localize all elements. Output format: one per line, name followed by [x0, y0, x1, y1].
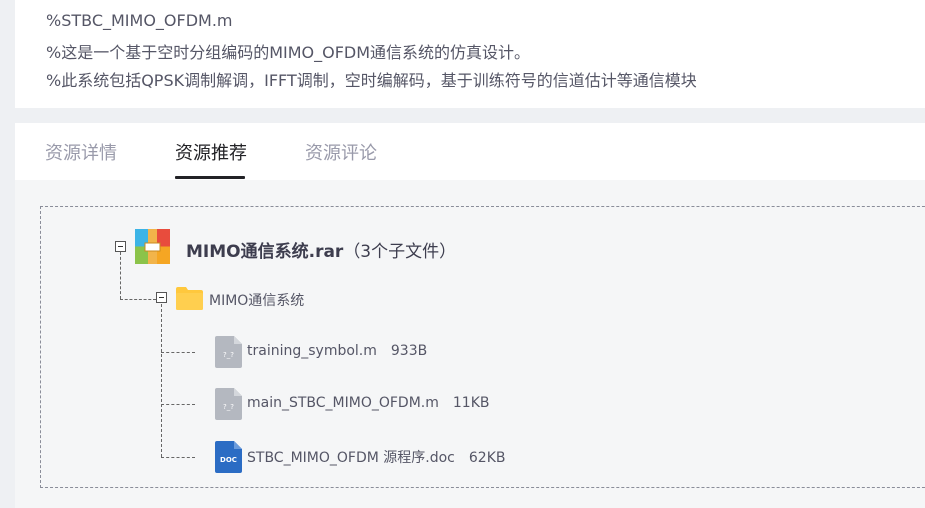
tree-connector [161, 457, 195, 458]
tree-connector [161, 404, 195, 405]
file-item[interactable]: main_STBC_MIMO_OFDM.m 11KB [247, 395, 490, 411]
rar-archive-icon [135, 229, 170, 264]
file-icon-glyph: DOC [220, 456, 237, 464]
root-archive-label[interactable]: MIMO通信系统.rar（3个子文件） [186, 237, 456, 262]
file-size: 933B [390, 343, 428, 359]
tree-connector [120, 252, 121, 299]
root-archive-count: （3个子文件） [343, 242, 457, 262]
matlab-file-icon: ?_? [215, 388, 242, 420]
file-item[interactable]: STBC_MIMO_OFDM 源程序.doc 62KB [247, 447, 505, 467]
file-icon-glyph: ?_? [223, 351, 234, 359]
folder-icon [176, 287, 203, 310]
tab-resource-comments[interactable]: 资源评论 [305, 139, 377, 165]
tab-bar: 资源详情 资源推荐 资源评论 [15, 123, 925, 180]
matlab-file-icon: ?_? [215, 336, 242, 368]
description-line-3: %此系统包括QPSK调制解调，IFFT调制，空时编解码，基于训练符号的信道估计等… [46, 71, 697, 90]
description-line-1: %STBC_MIMO_OFDM.m [46, 11, 233, 30]
collapse-folder-toggle[interactable] [156, 292, 167, 303]
tab-resource-details[interactable]: 资源详情 [45, 139, 117, 165]
file-size: 11KB [452, 395, 490, 411]
description-line-2: %这是一个基于空时分组编码的MIMO_OFDM通信系统的仿真设计。 [46, 43, 531, 62]
file-tree [40, 206, 925, 488]
tree-connector [120, 299, 156, 300]
root-archive-name: MIMO通信系统.rar [186, 242, 344, 262]
collapse-root-toggle[interactable] [115, 241, 126, 252]
file-icon-glyph: ?_? [223, 403, 234, 411]
file-item[interactable]: training_symbol.m 933B [247, 343, 427, 359]
file-name: training_symbol.m [247, 343, 377, 359]
file-size: 62KB [468, 450, 506, 466]
word-doc-icon: DOC [215, 441, 242, 473]
tree-connector [161, 352, 195, 353]
file-name: main_STBC_MIMO_OFDM.m [247, 395, 439, 411]
tree-connector [161, 304, 162, 457]
description-card: %STBC_MIMO_OFDM.m %这是一个基于空时分组编码的MIMO_OFD… [15, 0, 925, 108]
file-name: STBC_MIMO_OFDM 源程序.doc [247, 450, 455, 466]
active-tab-indicator [175, 176, 245, 179]
tab-resource-recommend[interactable]: 资源推荐 [175, 139, 247, 165]
folder-label[interactable]: MIMO通信系统 [209, 290, 304, 310]
